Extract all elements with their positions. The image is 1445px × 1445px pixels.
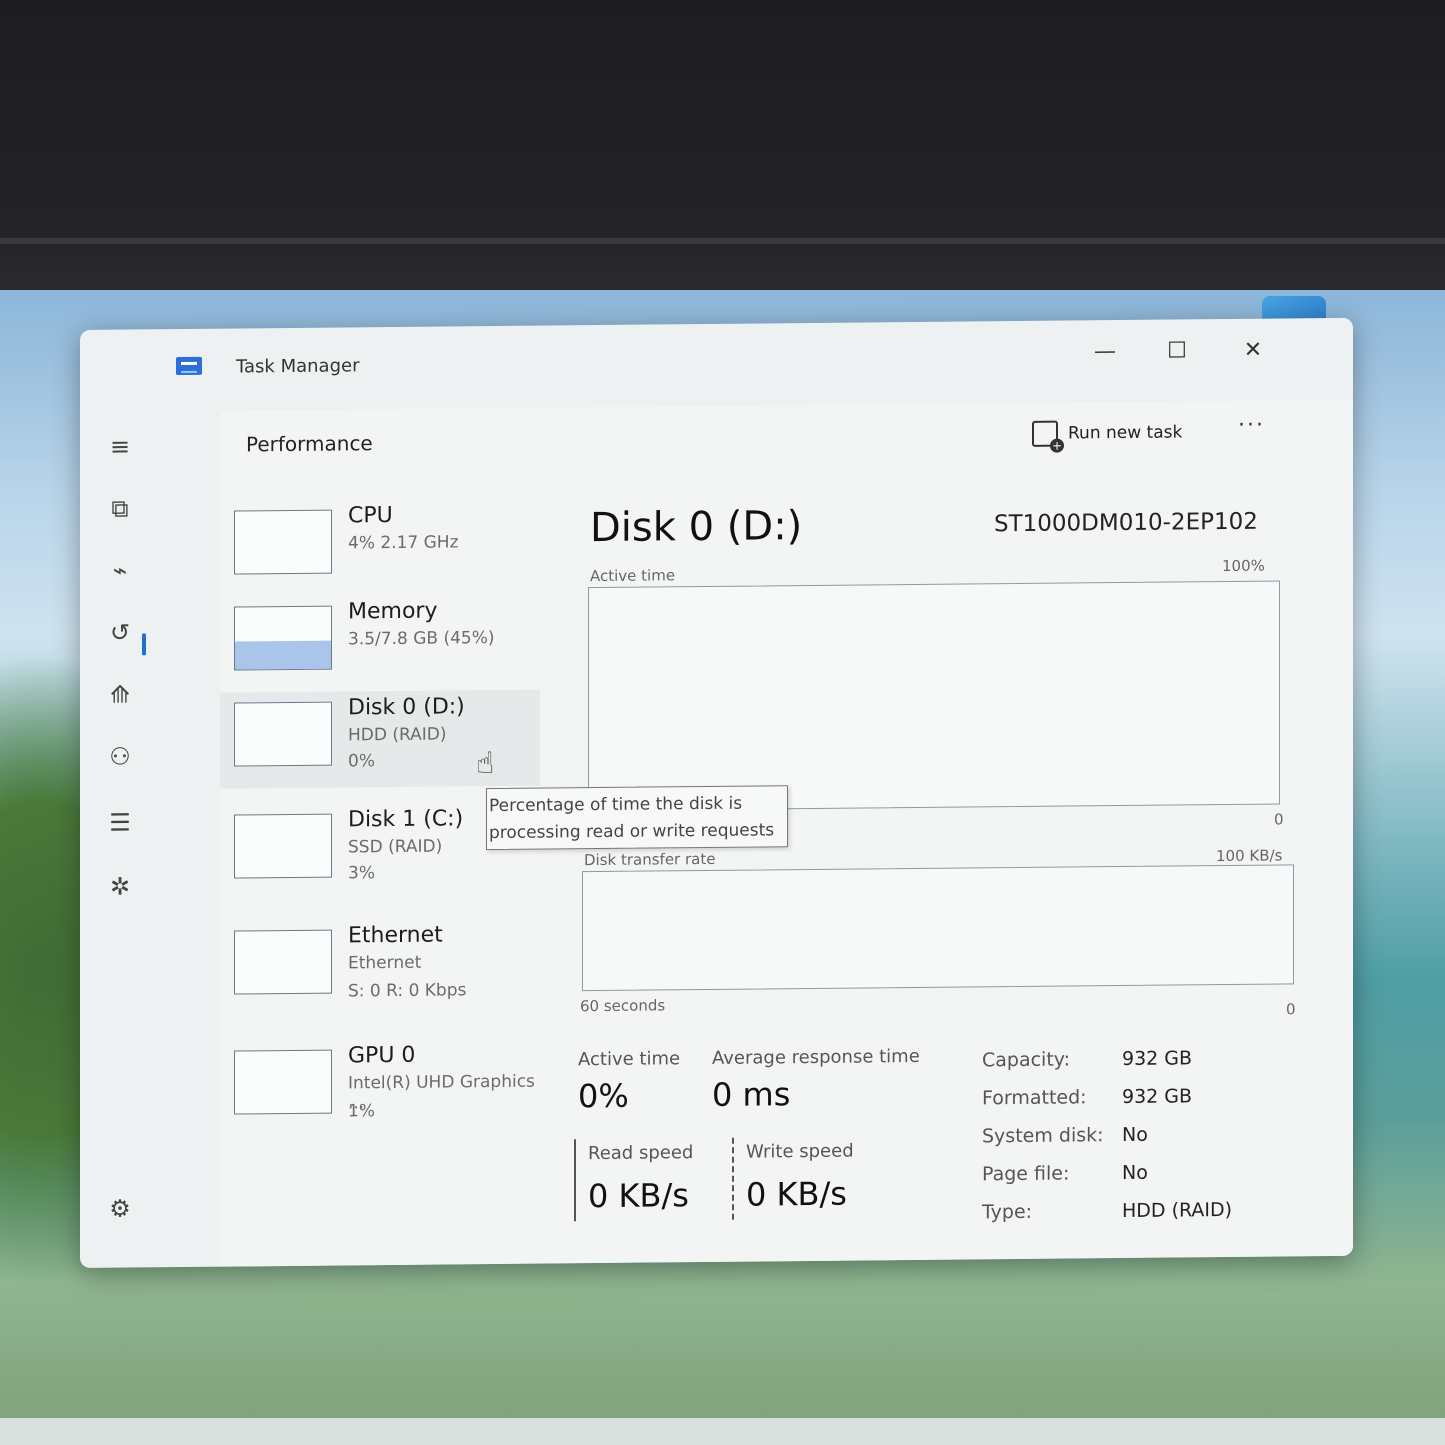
- disk-model: ST1000DM010-2EP102: [994, 508, 1258, 538]
- device-detail: HDD (RAID): [348, 724, 447, 746]
- window-title: Task Manager: [236, 355, 360, 378]
- active-time-graph: [588, 580, 1280, 812]
- device-name: GPU 0: [348, 1042, 416, 1069]
- title-bar[interactable]: Task Manager — ☐ ✕: [80, 318, 1353, 408]
- page-title: Performance: [246, 431, 373, 457]
- memory-usage-fill: [235, 640, 331, 670]
- detail-title: Disk 0 (D:): [590, 503, 803, 552]
- device-detail: 4% 2.17 GHz: [348, 532, 459, 554]
- device-item-memory[interactable]: Memory 3.5/7.8 GB (45%): [220, 594, 540, 693]
- page-file-label: Page file:: [982, 1162, 1070, 1186]
- services-icon[interactable]: ✲: [100, 869, 140, 903]
- taskbar: [0, 1418, 1445, 1445]
- write-speed-indicator: [732, 1137, 734, 1220]
- device-name: Disk 1 (C:): [348, 806, 464, 833]
- capacity-value: 932 GB: [1122, 1047, 1193, 1070]
- device-item-ethernet[interactable]: Ethernet Ethernet S: 0 R: 0 Kbps: [220, 918, 540, 1017]
- transfer-rate-graph: [582, 864, 1294, 992]
- disk0-mini-graph: [234, 701, 332, 767]
- read-speed-indicator: [574, 1139, 576, 1222]
- processes-icon[interactable]: ⧉: [100, 491, 140, 525]
- device-usage: 3%: [348, 863, 375, 884]
- settings-gear-icon[interactable]: ⚙: [100, 1191, 140, 1225]
- cpu-mini-graph: [234, 509, 332, 575]
- device-usage: 0%: [348, 751, 375, 772]
- disk1-mini-graph: [234, 813, 332, 879]
- more-options-button[interactable]: ···: [1238, 413, 1265, 438]
- device-usage: S: 0 R: 0 Kbps: [348, 980, 467, 1002]
- run-new-task-button[interactable]: Run new task: [1032, 415, 1182, 450]
- bezel-edge: [0, 238, 1445, 244]
- active-time-stat-value: 0%: [578, 1076, 629, 1116]
- performance-icon[interactable]: ⌁: [100, 553, 140, 587]
- read-speed-label: Read speed: [588, 1142, 694, 1165]
- run-task-icon: [1032, 420, 1058, 447]
- transfer-rate-min-label: 0: [1286, 1000, 1296, 1019]
- capacity-label: Capacity:: [982, 1048, 1071, 1072]
- device-item-gpu0[interactable]: GPU 0 Intel(R) UHD Graphics ... 1%: [220, 1038, 540, 1137]
- system-disk-label: System disk:: [982, 1124, 1104, 1148]
- formatted-label: Formatted:: [982, 1086, 1087, 1110]
- users-icon[interactable]: ⚇: [100, 739, 140, 773]
- gpu-mini-graph: [234, 1049, 332, 1115]
- transfer-rate-max-label: 100 KB/s: [1216, 846, 1283, 866]
- ethernet-mini-graph: [234, 929, 332, 995]
- close-button[interactable]: ✕: [1230, 333, 1276, 369]
- device-detail: 3.5/7.8 GB (45%): [348, 628, 495, 650]
- page-file-value: No: [1122, 1161, 1148, 1184]
- device-detail: Intel(R) UHD Graphics ...: [348, 1071, 535, 1114]
- startup-apps-icon[interactable]: ⟰: [100, 677, 140, 711]
- device-name: Memory: [348, 598, 438, 625]
- system-disk-value: No: [1122, 1123, 1148, 1146]
- hamburger-menu-icon[interactable]: ≡: [100, 429, 140, 463]
- task-manager-window: Task Manager — ☐ ✕ ≡ ⧉ ⌁ ↺ ⟰ ⚇ ☰ ✲ ⚙ Per…: [80, 317, 1353, 1269]
- write-speed-value: 0 KB/s: [746, 1174, 847, 1214]
- active-time-max-label: 100%: [1222, 556, 1265, 576]
- nav-selected-indicator: [142, 633, 146, 656]
- active-time-min-label: 0: [1274, 810, 1284, 829]
- device-detail: Ethernet: [348, 952, 422, 974]
- performance-page: Performance Run new task ··· CPU 4% 2.17…: [220, 399, 1353, 1267]
- navigation-rail: ≡ ⧉ ⌁ ↺ ⟰ ⚇ ☰ ✲ ⚙: [80, 407, 160, 1268]
- monitor-bezel: [0, 0, 1445, 300]
- device-usage: 1%: [348, 1101, 375, 1122]
- memory-mini-graph: [234, 605, 332, 671]
- device-name: Disk 0 (D:): [348, 694, 465, 721]
- type-label: Type:: [982, 1200, 1033, 1224]
- maximize-button[interactable]: ☐: [1154, 333, 1200, 369]
- time-span-label: 60 seconds: [580, 996, 666, 1016]
- device-item-cpu[interactable]: CPU 4% 2.17 GHz: [220, 498, 540, 597]
- details-icon[interactable]: ☰: [100, 805, 140, 839]
- transfer-rate-graph-label: Disk transfer rate: [584, 849, 716, 870]
- active-time-graph-label: Active time: [590, 566, 676, 586]
- avg-response-value: 0 ms: [712, 1075, 791, 1114]
- hand-pointer-icon: ☝: [476, 746, 495, 782]
- minimize-button[interactable]: —: [1082, 334, 1128, 370]
- active-time-tooltip: Percentage of time the disk is processin…: [486, 785, 788, 851]
- run-new-task-label: Run new task: [1068, 422, 1183, 444]
- device-name: Ethernet: [348, 922, 443, 949]
- task-manager-app-icon: [176, 356, 202, 376]
- device-name: CPU: [348, 502, 393, 529]
- avg-response-label: Average response time: [712, 1045, 920, 1069]
- read-speed-value: 0 KB/s: [588, 1176, 689, 1216]
- write-speed-label: Write speed: [746, 1140, 854, 1163]
- app-history-icon[interactable]: ↺: [100, 615, 140, 649]
- active-time-stat-label: Active time: [578, 1048, 681, 1071]
- type-value: HDD (RAID): [1122, 1198, 1233, 1222]
- device-detail: SSD (RAID): [348, 836, 443, 858]
- formatted-value: 932 GB: [1122, 1085, 1193, 1108]
